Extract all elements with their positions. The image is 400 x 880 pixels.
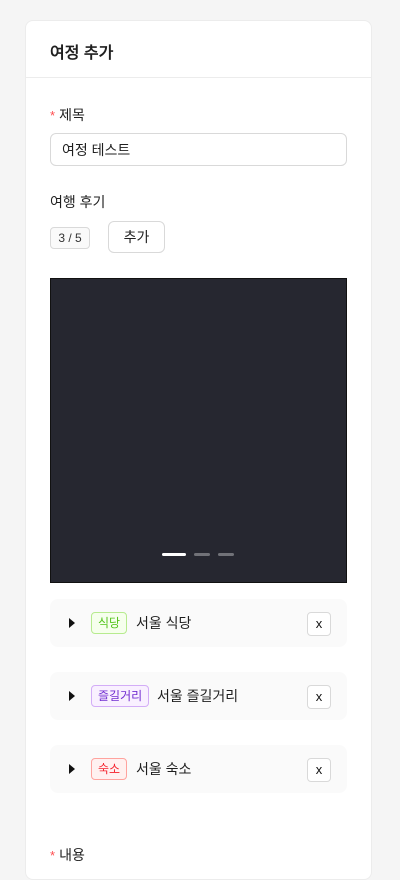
add-trip-card: 여정 추가 *제목 여행 후기 3 / 5 추가 식당 서울 식당 x 즐길거리… xyxy=(25,20,372,880)
carousel-dot-1[interactable] xyxy=(162,553,186,556)
review-label: 여행 후기 xyxy=(50,194,106,210)
required-mark: * xyxy=(50,848,56,863)
remove-place-button[interactable]: x xyxy=(307,612,331,636)
place-item-restaurant[interactable]: 식당 서울 식당 x xyxy=(50,599,347,647)
photo-count-badge: 3 / 5 xyxy=(50,227,90,249)
place-name: 서울 식당 xyxy=(136,615,192,631)
expand-caret-icon[interactable] xyxy=(69,618,75,628)
place-item-lodging[interactable]: 숙소 서울 숙소 x xyxy=(50,745,347,793)
remove-place-button[interactable]: x xyxy=(307,685,331,709)
photo-carousel[interactable] xyxy=(50,278,347,583)
category-tag: 숙소 xyxy=(91,758,128,780)
place-item-attraction[interactable]: 즐길거리 서울 즐길거리 x xyxy=(50,672,347,720)
category-tag: 즐길거리 xyxy=(91,685,150,707)
required-mark: * xyxy=(50,108,56,123)
content-label: * 내용 xyxy=(50,845,85,865)
place-name: 서울 즐길거리 xyxy=(157,688,239,704)
card-title: 여정 추가 xyxy=(26,21,371,78)
add-photo-button[interactable]: 추가 xyxy=(108,221,165,253)
place-name: 서울 숙소 xyxy=(136,761,192,777)
remove-place-button[interactable]: x xyxy=(307,758,331,782)
carousel-dot-3[interactable] xyxy=(218,553,234,556)
title-label-text: 제목 xyxy=(59,107,85,123)
title-input[interactable] xyxy=(50,133,347,166)
category-tag: 식당 xyxy=(91,612,128,634)
expand-caret-icon[interactable] xyxy=(69,691,75,701)
expand-caret-icon[interactable] xyxy=(69,764,75,774)
carousel-dot-2[interactable] xyxy=(194,553,210,556)
title-label: * 제목 xyxy=(50,105,85,125)
content-label-text: 내용 xyxy=(59,847,85,863)
